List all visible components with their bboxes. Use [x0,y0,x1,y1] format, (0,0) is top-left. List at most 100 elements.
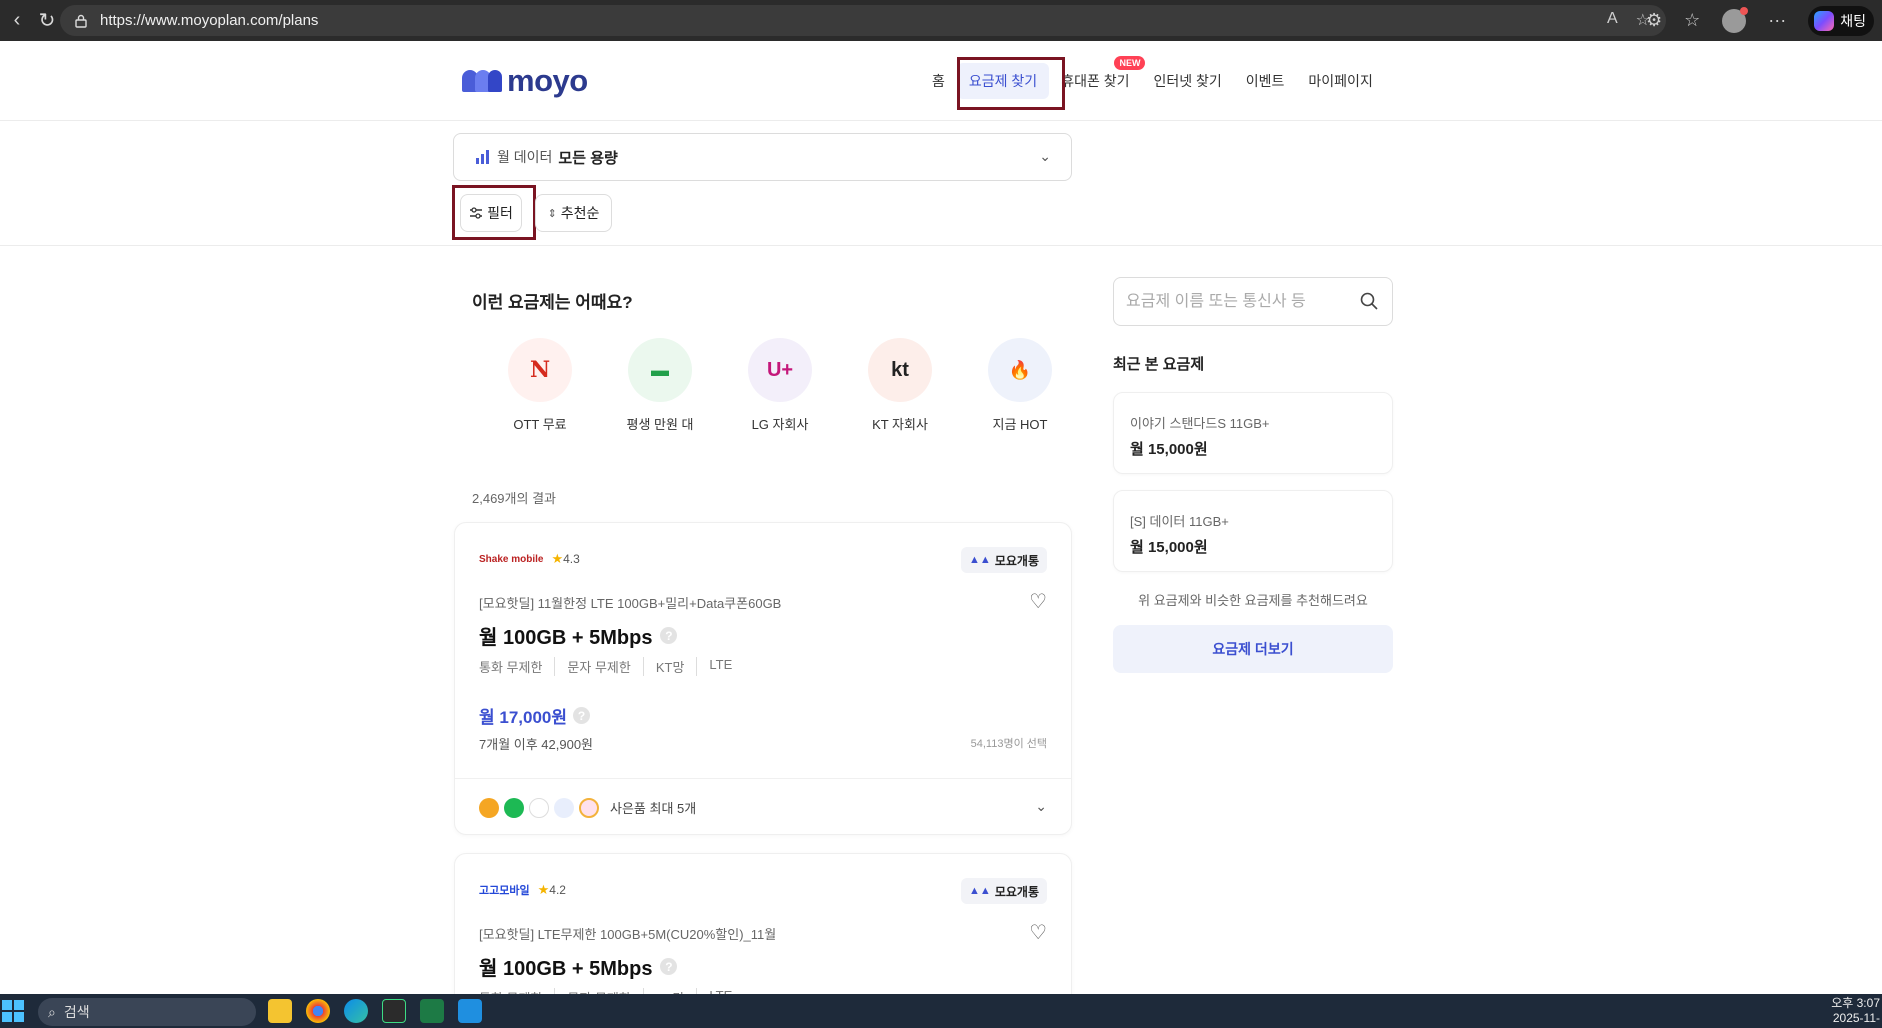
moyo-open-tag: ▲▲ 모요개통 [961,547,1047,573]
help-icon[interactable]: ? [660,958,678,975]
suggestion-label: KT 자회사 [872,417,928,432]
carrier-info: Shake mobile ★4.3 [479,551,580,567]
nav-home[interactable]: 홈 [920,63,957,99]
favorites-icon[interactable]: ☆ [1684,10,1700,31]
refresh-icon[interactable]: ↻ [34,8,60,34]
cash-icon: ▬ [628,338,692,402]
url-text: https://www.moyoplan.com/plans [100,12,319,29]
search-icon[interactable] [1360,292,1378,310]
feature-sms: 문자 무제한 [554,657,642,676]
edge-icon[interactable] [344,999,368,1023]
suggestion-kt[interactable]: kt KT 자회사 [840,338,960,433]
taskbar-search[interactable]: ⌕ 검색 [38,998,256,1026]
recent-plan-card[interactable]: [S] 데이터 11GB+ 월 15,000원 [1113,490,1393,572]
plan-price: 월 17,000원? [479,703,590,728]
sort-button[interactable]: ⇕ 추천순 [535,194,612,232]
recent-plan-price: 월 15,000원 [1130,539,1208,556]
more-menu-icon[interactable]: ··· [1768,10,1786,31]
moyo-logo-icon [462,70,502,92]
address-bar[interactable]: https://www.moyoplan.com/plans A ☆ [60,5,1666,36]
result-count: 2,469개의 결과 [472,491,556,506]
chevron-down-icon: ⌄ [1035,798,1047,814]
suggestion-label: LG 자회사 [751,417,809,432]
profile-avatar[interactable] [1722,6,1749,33]
browser-toolbar: ‹ ↻ https://www.moyoplan.com/plans A ☆ ⚙… [0,0,1882,41]
nav-find-internet[interactable]: 인터넷 찾기 [1141,63,1233,99]
suggestions-title: 이런 요금제는 어때요? [472,293,633,312]
feature-network: KT망 [642,657,697,676]
carrier-info: 고고모바일 ★4.2 [479,882,566,898]
copilot-label: 채팅 [1840,12,1866,29]
signal-bars-icon [476,150,489,164]
search-icon: ⌕ [48,1003,56,1020]
carrier-logo: Shake mobile [479,553,544,565]
carrier-logo: 고고모바일 [479,885,530,897]
moyo-mini-icon: ▲▲ [969,554,991,566]
suggestion-ott[interactable]: N OTT 무료 [480,338,600,433]
file-explorer-icon[interactable] [268,999,292,1023]
recent-plan-name: [S] 데이터 11GB+ [1130,514,1229,529]
feature-tech: LTE [696,657,744,676]
taskbar-clock[interactable]: 오후 3:07 2025-11- [1831,996,1880,1026]
netflix-icon: N [508,338,572,402]
sort-updown-icon: ⇕ [547,207,557,220]
gift-icon [479,797,499,818]
logo-text: moyo [507,63,588,98]
plan-features: 통화 무제한 문자 무제한 KT망 LTE [479,657,744,676]
star-icon: ★ [537,882,550,897]
suggestion-hot[interactable]: 🔥 지금 HOT [960,338,1080,433]
gift-icon [554,797,574,818]
moyo-logo[interactable]: moyo [462,63,588,99]
android-studio-icon[interactable] [382,999,406,1023]
suggestion-lg[interactable]: U+ LG 자회사 [720,338,840,433]
plan-card[interactable]: Shake mobile ★4.3 ▲▲ 모요개통 [모요핫딜] 11월한정 LT… [454,522,1072,835]
suggestion-list: N OTT 무료 ▬ 평생 만원 대 U+ LG 자회사 kt KT 자회사 🔥… [480,338,1080,433]
extensions-icon[interactable]: ⚙ [1646,10,1662,31]
lg-uplus-icon: U+ [748,338,812,402]
plan-title: 월 100GB + 5Mbps? [479,952,678,981]
nav-mypage[interactable]: 마이페이지 [1296,63,1384,99]
plan-chosen-count: 54,113명이 선택 [970,738,1047,750]
suggestion-label: 지금 HOT [992,417,1048,432]
chrome-icon[interactable] [306,999,330,1023]
app-icon[interactable] [458,999,482,1023]
heart-icon[interactable]: ♡ [1029,920,1047,945]
help-icon[interactable]: ? [573,707,590,724]
back-icon[interactable]: ‹ [4,8,30,34]
heart-icon[interactable]: ♡ [1029,589,1047,614]
suggestion-cheap[interactable]: ▬ 평생 만원 대 [600,338,720,433]
plan-name: [모요핫딜] 11월한정 LTE 100GB+밀리+Data쿠폰60GB [479,596,782,611]
read-aloud-icon[interactable]: A [1607,10,1618,30]
nav-highlight-box [957,57,1065,110]
rating: 4.2 [549,883,566,897]
nav-events[interactable]: 이벤트 [1234,63,1297,99]
divider [0,245,1882,246]
help-icon[interactable]: ? [660,627,678,644]
fire-icon: 🔥 [988,338,1052,402]
windows-start-icon[interactable] [2,1000,24,1022]
clock-time: 오후 3:07 [1831,996,1880,1010]
monthly-data-select[interactable]: 월 데이터 모든 용량 ⌄ [453,133,1072,181]
search-input[interactable] [1126,292,1356,311]
recent-plan-card[interactable]: 이야기 스탠다드S 11GB+ 월 15,000원 [1113,392,1393,474]
gift-icon [529,797,549,818]
filter-highlight-box [452,185,536,240]
feature-call: 통화 무제한 [479,660,543,675]
recommend-text: 위 요금제와 비슷한 요금제를 추천해드려요 [1138,593,1368,608]
recent-plan-price: 월 15,000원 [1130,441,1208,458]
gift-icon [504,797,524,818]
taskbar-search-label: 검색 [63,1004,90,1020]
more-plans-button[interactable]: 요금제 더보기 [1113,625,1393,673]
plan-after-price: 7개월 이후 42,900원 [479,737,594,752]
data-select-label: 월 데이터 [497,149,553,165]
gift-row[interactable]: 사은품 최대 5개 ⌄ [455,778,1071,836]
data-select-value: 모든 용량 [558,149,618,167]
star-icon: ★ [551,551,564,566]
suggestion-label: 평생 만원 대 [626,417,694,432]
kt-icon: kt [868,338,932,402]
gift-icon [579,797,599,818]
excel-icon[interactable] [420,999,444,1023]
rating: 4.3 [563,552,580,566]
plan-search-box[interactable] [1113,277,1393,326]
copilot-button[interactable]: 채팅 [1808,5,1874,36]
